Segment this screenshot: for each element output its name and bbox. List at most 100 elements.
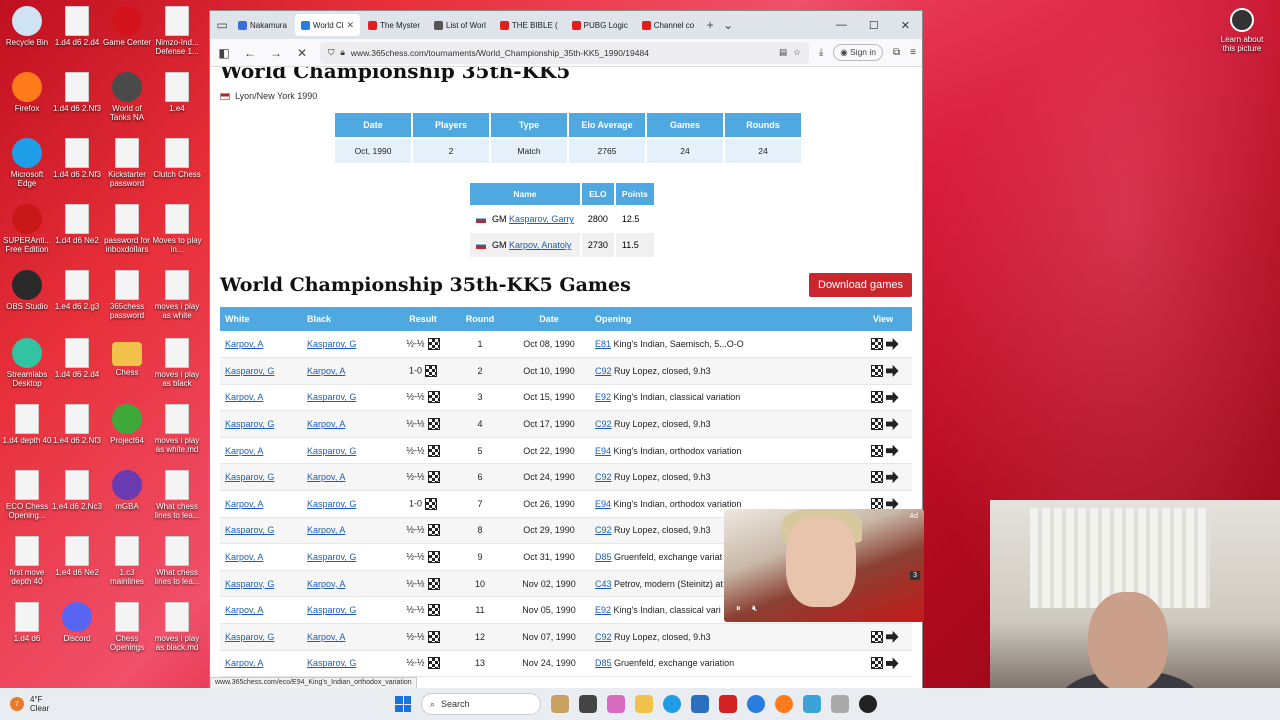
eco-link[interactable]: E81 <box>595 339 611 349</box>
view-board-icon[interactable] <box>870 364 883 377</box>
eco-link[interactable]: C92 <box>595 366 612 376</box>
chessboard-icon[interactable] <box>427 604 440 617</box>
eco-link[interactable]: E92 <box>595 392 611 402</box>
open-game-arrow-icon[interactable] <box>885 418 899 431</box>
weather-widget[interactable]: 7 4°F Clear <box>0 695 49 713</box>
desktop-shortcut[interactable]: 1.c3 mainlines <box>102 536 152 586</box>
white-player-link[interactable]: Kasparov, G <box>225 419 274 429</box>
white-player-link[interactable]: Karpov, A <box>225 446 263 456</box>
view-board-icon[interactable] <box>870 391 883 404</box>
white-player-link[interactable]: Kasparov, G <box>225 366 274 376</box>
eco-link[interactable]: D85 <box>595 552 612 562</box>
mute-icon[interactable]: 🔇︎ <box>752 603 758 614</box>
black-player-link[interactable]: Kasparov, G <box>307 552 356 562</box>
tab-5[interactable]: PUBG Logic <box>566 14 634 36</box>
black-player-link[interactable]: Karpov, A <box>307 366 345 376</box>
chessboard-icon[interactable] <box>427 524 440 537</box>
white-player-link[interactable]: Karpov, A <box>225 339 263 349</box>
task-view-icon[interactable] <box>579 695 597 713</box>
desktop-shortcut[interactable]: 1.d4 d6 2.Nf3 <box>52 72 102 113</box>
desktop-shortcut[interactable]: Game Center <box>102 6 152 47</box>
open-game-arrow-icon[interactable] <box>885 657 899 670</box>
sidebar-icon[interactable]: ◧ <box>216 46 232 60</box>
open-game-arrow-icon[interactable] <box>885 364 899 377</box>
chessboard-icon[interactable] <box>427 391 440 404</box>
player-link[interactable]: Kasparov, Garry <box>509 214 574 224</box>
white-player-link[interactable]: Karpov, A <box>225 658 263 668</box>
desktop-shortcut[interactable]: 1.e4 d6 2.Nc3 <box>52 470 102 511</box>
open-game-arrow-icon[interactable] <box>885 630 899 643</box>
download-icon[interactable]: ⤓ <box>819 47 823 58</box>
white-player-link[interactable]: Karpov, A <box>225 605 263 615</box>
desktop-shortcut[interactable]: What chess lines to lea... <box>152 536 202 586</box>
open-game-arrow-icon[interactable] <box>885 444 899 457</box>
chessboard-icon[interactable] <box>427 551 440 564</box>
lastpass-icon[interactable] <box>719 695 737 713</box>
desktop-shortcut[interactable]: 1.d4 depth 40 <box>2 404 52 445</box>
chessboard-icon[interactable] <box>427 444 440 457</box>
desktop-shortcut[interactable]: 1.d4 d6 2.d4 <box>52 6 102 47</box>
edge-taskbar-icon[interactable] <box>663 695 681 713</box>
desktop-shortcut[interactable]: Project64 <box>102 404 152 445</box>
open-game-arrow-icon[interactable] <box>885 471 899 484</box>
desktop-shortcut[interactable]: ECO Chess Opening... <box>2 470 52 520</box>
close-icon[interactable]: ✕ <box>901 19 910 32</box>
open-game-arrow-icon[interactable] <box>885 391 899 404</box>
desktop-shortcut[interactable]: Moves to play in... <box>152 204 202 254</box>
eco-link[interactable]: C92 <box>595 632 612 642</box>
desktop-shortcut[interactable]: 1.e4 <box>152 72 202 113</box>
desktop-shortcut[interactable]: World of Tanks NA <box>102 72 152 122</box>
chessboard-icon[interactable] <box>427 657 440 670</box>
tab-overview-icon[interactable]: ▭ <box>214 18 230 32</box>
chessboard-icon[interactable] <box>425 497 437 510</box>
desktop-shortcut[interactable]: Streamlabs Desktop <box>2 338 52 388</box>
new-tab-icon[interactable]: + <box>702 18 718 32</box>
black-player-link[interactable]: Kasparov, G <box>307 499 356 509</box>
shield-icon[interactable]: ⛉ <box>328 47 334 58</box>
black-player-link[interactable]: Kasparov, G <box>307 446 356 456</box>
eco-link[interactable]: C92 <box>595 472 612 482</box>
tab-list-chevron-icon[interactable]: ⌄ <box>720 18 736 32</box>
start-icon[interactable] <box>395 696 411 712</box>
eco-link[interactable]: E92 <box>595 605 611 615</box>
desktop-shortcut[interactable]: Kickstarter password <box>102 138 152 188</box>
copilot-icon[interactable] <box>607 695 625 713</box>
desktop-shortcut[interactable]: mGBA <box>102 470 152 511</box>
view-board-icon[interactable] <box>870 630 883 643</box>
chessboard-icon[interactable] <box>427 338 440 351</box>
black-player-link[interactable]: Kasparov, G <box>307 339 356 349</box>
chessboard-icon[interactable] <box>427 630 440 643</box>
chessboard-icon[interactable] <box>425 364 437 377</box>
black-player-link[interactable]: Karpov, A <box>307 525 345 535</box>
store-icon[interactable] <box>691 695 709 713</box>
obs-taskbar-icon[interactable] <box>859 695 877 713</box>
desktop-shortcut[interactable]: Chess <box>102 338 152 377</box>
address-bar[interactable]: ⛉ 🔒︎ www.365chess.com/tournaments/World_… <box>320 41 809 64</box>
desktop-shortcut[interactable]: password for inboxdollars <box>102 204 152 254</box>
tab-3[interactable]: List of Worl <box>428 14 492 36</box>
chessboard-icon[interactable] <box>427 471 440 484</box>
white-player-link[interactable]: Kasparov, G <box>225 472 274 482</box>
snipping-tool-icon[interactable] <box>831 695 849 713</box>
desktop-shortcut[interactable]: 1.d4 d6 <box>2 602 52 643</box>
white-player-link[interactable]: Karpov, A <box>225 552 263 562</box>
chessboard-icon[interactable] <box>427 577 440 590</box>
tab-6[interactable]: Channel co <box>636 14 700 36</box>
desktop-shortcut[interactable]: 1.e4 d6 2.g3 <box>52 270 102 311</box>
eco-link[interactable]: E94 <box>595 446 611 456</box>
view-board-icon[interactable] <box>870 657 883 670</box>
desktop-shortcut[interactable]: first move depth 40 <box>2 536 52 586</box>
minimize-icon[interactable]: — <box>836 19 847 32</box>
desktop-shortcut[interactable]: OBS Studio <box>2 270 52 311</box>
desktop-shortcut[interactable]: Nimzo-Ind... Defense 1... <box>152 6 202 56</box>
black-player-link[interactable]: Karpov, A <box>307 632 345 642</box>
white-player-link[interactable]: Kasparov, G <box>225 579 274 589</box>
eco-link[interactable]: E94 <box>595 499 611 509</box>
view-board-icon[interactable] <box>870 338 883 351</box>
maximize-icon[interactable]: ☐ <box>869 19 879 32</box>
sign-in-button[interactable]: ◉ Sign in <box>833 44 884 61</box>
open-game-arrow-icon[interactable] <box>885 338 899 351</box>
view-board-icon[interactable] <box>870 418 883 431</box>
white-player-link[interactable]: Karpov, A <box>225 499 263 509</box>
firefox-taskbar-icon[interactable] <box>775 695 793 713</box>
